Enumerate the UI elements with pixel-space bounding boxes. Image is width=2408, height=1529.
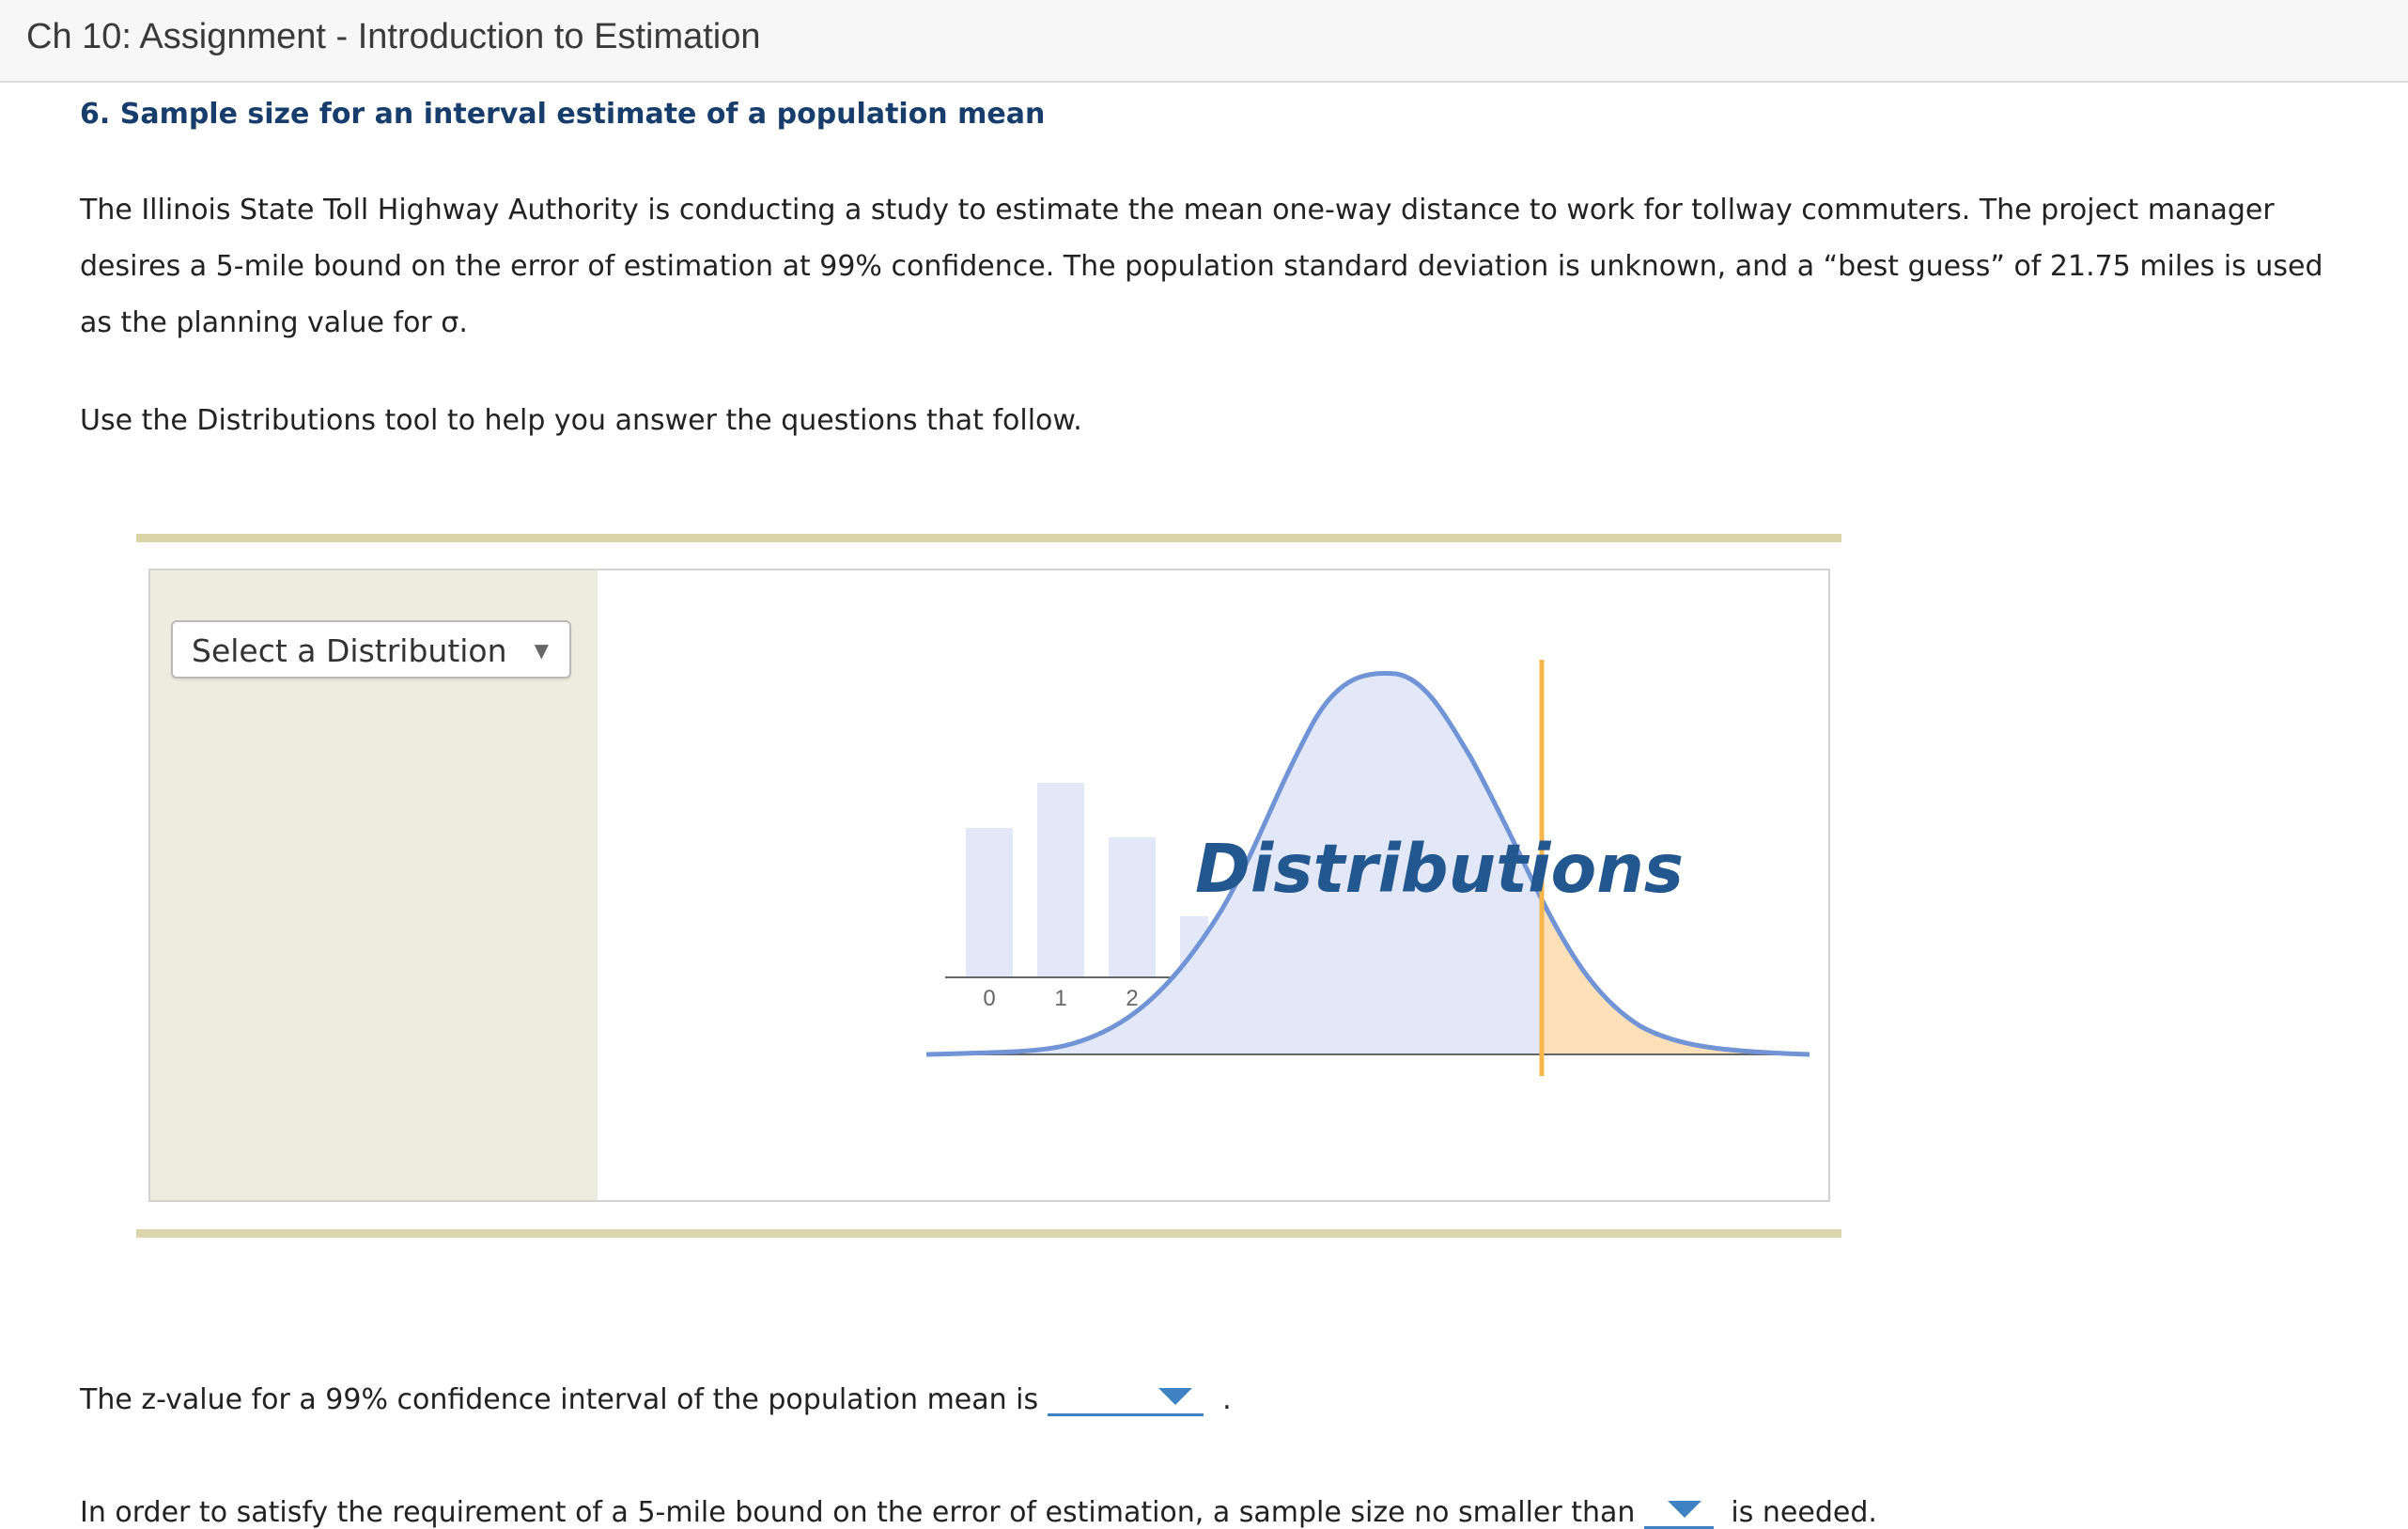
tool-sidebar: Select a Distribution ▼ (150, 570, 598, 1200)
window-title: Ch 10: Assignment - Introduction to Esti… (26, 17, 761, 56)
z-value-question-suffix: . (1222, 1383, 1232, 1416)
distributions-splash: 0 1 2 3 Distributions (925, 660, 1810, 1076)
z-value-question: The z-value for a 99% confidence interva… (80, 1379, 1232, 1416)
question-title: 6. Sample size for an interval estimate … (80, 98, 1046, 131)
question-paragraph: The Illinois State Toll Highway Authorit… (80, 194, 2323, 339)
z-value-dropdown[interactable] (1048, 1379, 1204, 1416)
splash-bar (966, 828, 1013, 977)
sample-size-dropdown[interactable] (1644, 1491, 1715, 1529)
distributions-wordmark: Distributions (1195, 830, 1684, 908)
distributions-tool: Select a Distribution ▼ 0 1 2 3 Distribu… (148, 569, 1830, 1202)
splash-tick-label: 0 (983, 986, 995, 1011)
splash-tick-label: 2 (1126, 986, 1138, 1011)
select-distribution-dropdown[interactable]: Select a Distribution ▼ (171, 620, 571, 679)
instruction-paragraph: Use the Distributions tool to help you a… (80, 404, 1082, 437)
splash-bar (1037, 783, 1084, 977)
chevron-down-icon (1158, 1388, 1193, 1405)
tool-top-rule (136, 534, 1841, 542)
select-distribution-label: Select a Distribution (192, 632, 507, 669)
z-value-question-text: The z-value for a 99% confidence interva… (80, 1383, 1039, 1416)
window-header: Ch 10: Assignment - Introduction to Esti… (0, 0, 2408, 83)
sample-size-question-suffix: is needed. (1731, 1496, 1877, 1529)
sample-size-question-text: In order to satisfy the requirement of a… (80, 1496, 1636, 1529)
splash-tick-label: 1 (1054, 986, 1066, 1011)
sample-size-question: In order to satisfy the requirement of a… (80, 1491, 1877, 1529)
tool-bottom-rule (136, 1229, 1841, 1238)
splash-bar (1109, 837, 1156, 977)
splash-tail-fill (1542, 899, 1810, 1054)
chevron-down-icon (1668, 1501, 1702, 1518)
chevron-down-icon: ▼ (534, 639, 549, 662)
